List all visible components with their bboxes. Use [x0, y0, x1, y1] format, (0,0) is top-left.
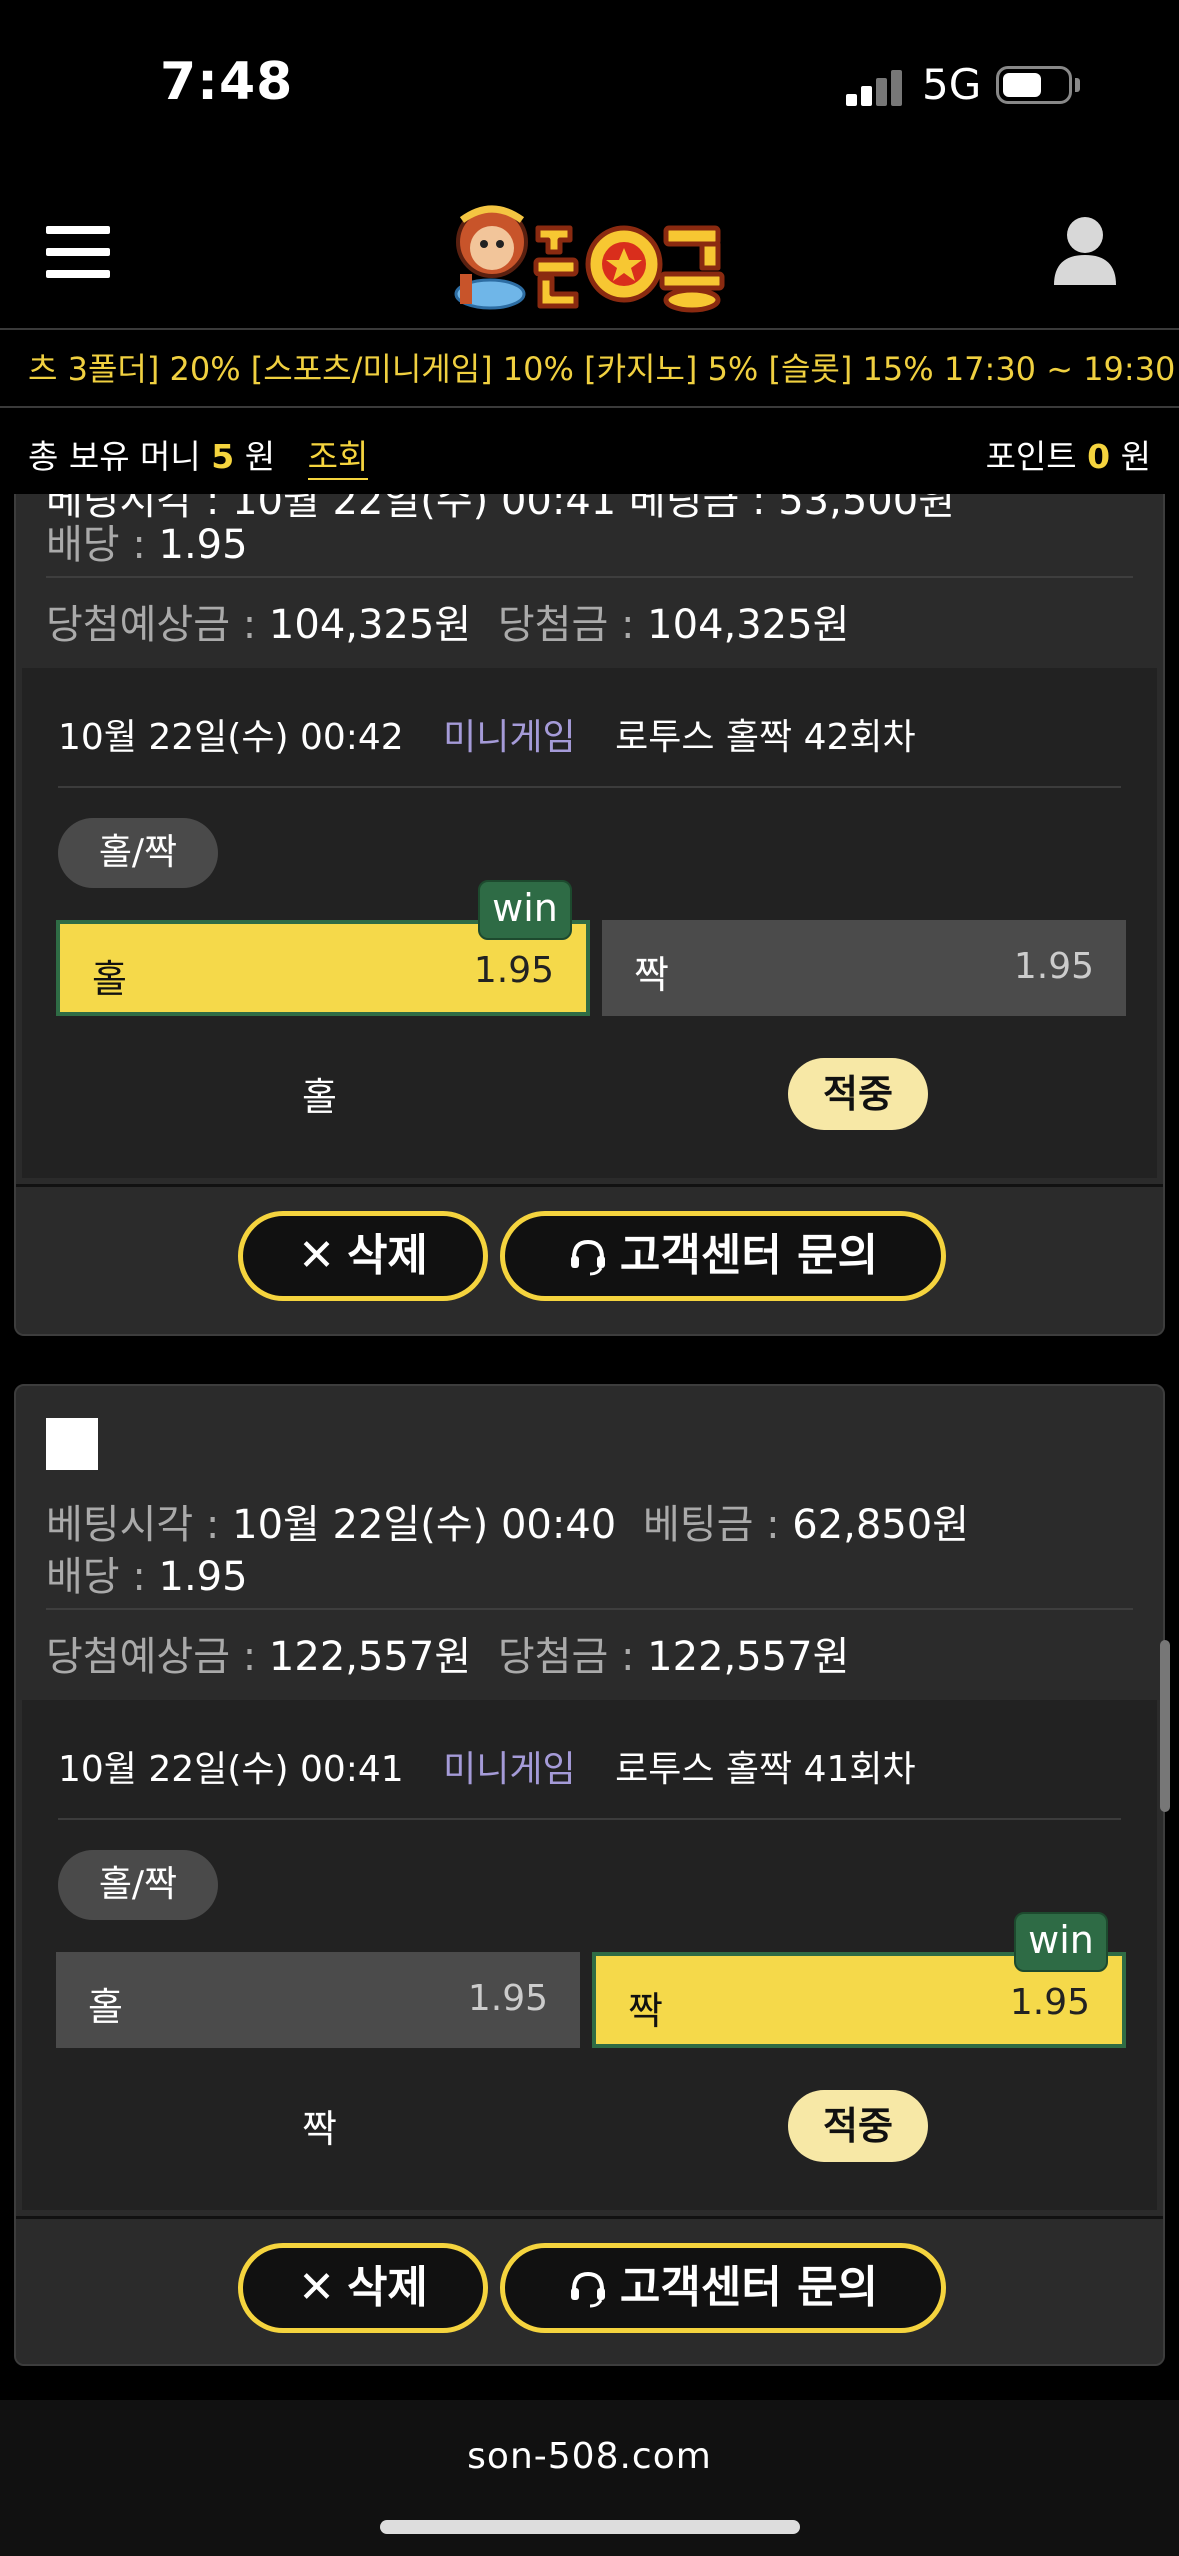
select-checkbox[interactable]	[46, 1418, 98, 1470]
close-icon: ✕	[298, 1230, 335, 1281]
points-label: 포인트	[985, 437, 1077, 476]
bet-amount-value: 62,850원	[792, 1502, 970, 1548]
support-button[interactable]: 고객센터 문의	[500, 1211, 946, 1301]
option-odd[interactable]: 홀 1.95	[56, 1952, 580, 2048]
expected-label: 당첨예상금 :	[46, 602, 257, 648]
expected-value: 122,557원	[268, 1634, 472, 1680]
view-money-link[interactable]: 조회	[307, 437, 369, 480]
delete-label: 삭제	[346, 2262, 428, 2313]
support-button[interactable]: 고객센터 문의	[500, 2243, 946, 2333]
odds-label: 배당 :	[46, 1554, 146, 1600]
network-label: 5G	[922, 60, 982, 109]
option-even[interactable]: win 짝 1.95	[592, 1912, 1126, 2048]
delete-label: 삭제	[346, 1230, 428, 1281]
game-title: 로투스 홀짝 42회차	[615, 717, 916, 758]
points-unit: 원	[1120, 437, 1151, 476]
menu-icon[interactable]	[46, 226, 110, 278]
bet-type-pill: 홀/짝	[58, 818, 218, 888]
bet-type-pill: 홀/짝	[58, 1850, 218, 1920]
headset-icon	[570, 1239, 605, 1276]
odds-label: 배당 :	[46, 522, 146, 568]
game-divider	[58, 786, 1121, 788]
expected-value: 104,325원	[268, 602, 472, 648]
total-money-unit: 원	[244, 437, 276, 476]
battery-icon	[996, 66, 1072, 104]
win-amount-value: 122,557원	[647, 1634, 850, 1680]
payout-line: 당첨예상금 : 122,557원 당첨금 : 122,557원	[46, 1624, 849, 1682]
info-divider	[46, 576, 1133, 578]
win-badge: win	[478, 880, 572, 940]
signal-icon	[846, 70, 904, 106]
bet-amount-label: 베팅금 :	[642, 1502, 780, 1548]
action-row: ✕ 삭제 고객센터 문의	[16, 2216, 1163, 2364]
user-icon[interactable]	[1052, 215, 1118, 285]
info-divider	[46, 1608, 1133, 1610]
delete-button[interactable]: ✕ 삭제	[238, 1211, 488, 1301]
total-money-label: 총 보유 머니	[28, 437, 201, 476]
game-divider	[58, 1818, 1121, 1820]
bet-card: 베팅시각 : 10월 22일(수) 00:40 베팅금 : 62,850원 배당…	[14, 1384, 1165, 2366]
money-bar: 총 보유 머니 5 원 조회 포인트 0 원	[0, 408, 1179, 494]
ticker-text: 츠 3폴더] 20% [스포츠/미니게임] 10% [카지노] 5% [슬롯] …	[28, 350, 1179, 388]
expected-label: 당첨예상금 :	[46, 1634, 257, 1680]
option-name: 홀	[92, 957, 127, 1001]
result-badge: 적중	[788, 2090, 928, 2162]
odds-line: 배당 : 1.95	[46, 512, 248, 570]
option-odds: 1.95	[1009, 1982, 1090, 2023]
option-name: 홀	[88, 1985, 123, 2029]
status-time: 7:48	[160, 52, 294, 112]
url-domain[interactable]: son-508.com	[0, 2436, 1179, 2477]
logo[interactable]	[440, 190, 740, 315]
game-datetime: 10월 22일(수) 00:41	[58, 1749, 404, 1790]
points-value: 0	[1087, 437, 1111, 476]
option-odds: 1.95	[467, 1978, 548, 2019]
odds-value: 1.95	[158, 1554, 248, 1600]
support-label: 고객센터 문의	[619, 1230, 879, 1281]
home-indicator[interactable]	[380, 2520, 800, 2534]
scrollbar-thumb[interactable]	[1160, 1640, 1170, 1812]
payout-line: 당첨예상금 : 104,325원 당첨금 : 104,325원	[46, 592, 849, 650]
odds-line: 배당 : 1.95	[46, 1544, 248, 1602]
support-label: 고객센터 문의	[619, 2262, 879, 2313]
game-category: 미니게임	[443, 717, 576, 758]
close-icon: ✕	[298, 2262, 335, 2313]
game-title: 로투스 홀짝 41회차	[615, 1749, 916, 1790]
game-header: 10월 22일(수) 00:42 미니게임 로투스 홀짝 42회차	[58, 708, 916, 760]
option-odds: 1.95	[1013, 946, 1094, 987]
bet-card: 베팅시각 : 10월 22일(수) 00:41 베팅금 : 53,500원 배당…	[14, 494, 1165, 1336]
delete-button[interactable]: ✕ 삭제	[238, 2243, 488, 2333]
game-block: 10월 22일(수) 00:42 미니게임 로투스 홀짝 42회차 홀/짝 wi…	[22, 668, 1157, 1178]
win-amount-value: 104,325원	[647, 602, 850, 648]
game-header: 10월 22일(수) 00:41 미니게임 로투스 홀짝 41회차	[58, 1740, 916, 1792]
total-money: 총 보유 머니 5 원 조회	[28, 430, 369, 480]
total-money-value: 5	[211, 437, 235, 476]
win-amount-label: 당첨금 :	[497, 1634, 635, 1680]
game-block: 10월 22일(수) 00:41 미니게임 로투스 홀짝 41회차 홀/짝 홀 …	[22, 1700, 1157, 2210]
result-badge: 적중	[788, 1058, 928, 1130]
win-amount-label: 당첨금 :	[497, 602, 635, 648]
game-datetime: 10월 22일(수) 00:42	[58, 717, 404, 758]
win-badge: win	[1014, 1912, 1108, 1972]
notice-ticker: 츠 3폴더] 20% [스포츠/미니게임] 10% [카지노] 5% [슬롯] …	[0, 330, 1179, 408]
game-category: 미니게임	[443, 1749, 576, 1790]
option-name: 짝	[634, 953, 669, 997]
bet-time-line: 베팅시각 : 10월 22일(수) 00:40 베팅금 : 62,850원	[46, 1492, 969, 1550]
option-odd[interactable]: win 홀 1.95	[56, 880, 590, 1016]
battery-tip	[1075, 78, 1080, 92]
action-row: ✕ 삭제 고객센터 문의	[16, 1184, 1163, 1334]
odds-value: 1.95	[158, 522, 248, 568]
option-name: 짝	[628, 1989, 663, 2033]
headset-icon	[570, 2271, 605, 2308]
bet-time-label: 베팅시각 :	[46, 1502, 220, 1548]
picked-option: 짝	[302, 2107, 337, 2151]
option-even[interactable]: 짝 1.95	[602, 920, 1126, 1016]
browser-bottom-bar: son-508.com	[0, 2400, 1179, 2556]
option-odds: 1.95	[473, 950, 554, 991]
picked-option: 홀	[302, 1075, 337, 1119]
bet-time-value: 10월 22일(수) 00:40	[232, 1502, 617, 1548]
points: 포인트 0 원	[986, 430, 1151, 478]
